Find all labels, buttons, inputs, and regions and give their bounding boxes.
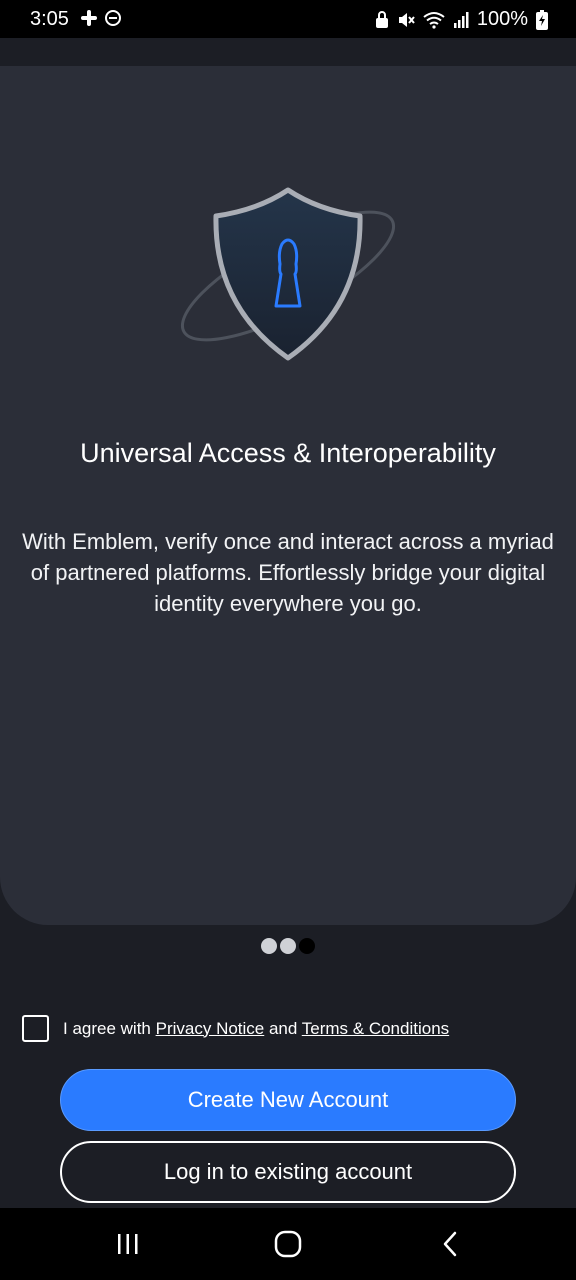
privacy-notice-link[interactable]: Privacy Notice (156, 1019, 265, 1038)
agreement-conjunction: and (264, 1018, 302, 1038)
lock-icon (375, 10, 388, 28)
recents-icon[interactable] (108, 1226, 148, 1262)
page-dot-active[interactable] (299, 938, 315, 954)
agreement-row: I agree with Privacy Notice and Terms & … (22, 1015, 449, 1042)
page-dot[interactable] (261, 938, 277, 954)
card-description: With Emblem, verify once and interact ac… (22, 529, 554, 616)
status-time: 3:05 (30, 8, 69, 30)
signal-icon (453, 11, 469, 28)
slack-icon (81, 10, 97, 26)
back-icon[interactable] (430, 1226, 470, 1262)
agree-checkbox[interactable] (22, 1015, 49, 1042)
battery-charging-icon (536, 9, 548, 30)
navigation-bar (0, 1208, 576, 1280)
agreement-prefix: I agree with (63, 1018, 156, 1038)
agreement-text: I agree with Privacy Notice and Terms & … (63, 1019, 449, 1039)
create-account-button[interactable]: Create New Account (60, 1069, 516, 1131)
top-spacer (0, 38, 576, 66)
terms-conditions-link[interactable]: Terms & Conditions (302, 1019, 449, 1038)
page-indicator (261, 938, 315, 954)
shield-keyhole-icon (180, 187, 396, 361)
onboarding-card[interactable]: Universal Access & Interoperability With… (0, 66, 576, 925)
login-button[interactable]: Log in to existing account (60, 1141, 516, 1203)
page-dot[interactable] (280, 938, 296, 954)
card-title: Universal Access & Interoperability (80, 438, 496, 468)
battery-text: 100% (476, 8, 528, 30)
mute-icon (398, 12, 415, 27)
home-icon[interactable] (268, 1226, 308, 1262)
status-bar: 3:05 100% (0, 0, 576, 38)
do-not-disturb-icon (105, 10, 121, 26)
wifi-icon (423, 11, 445, 29)
